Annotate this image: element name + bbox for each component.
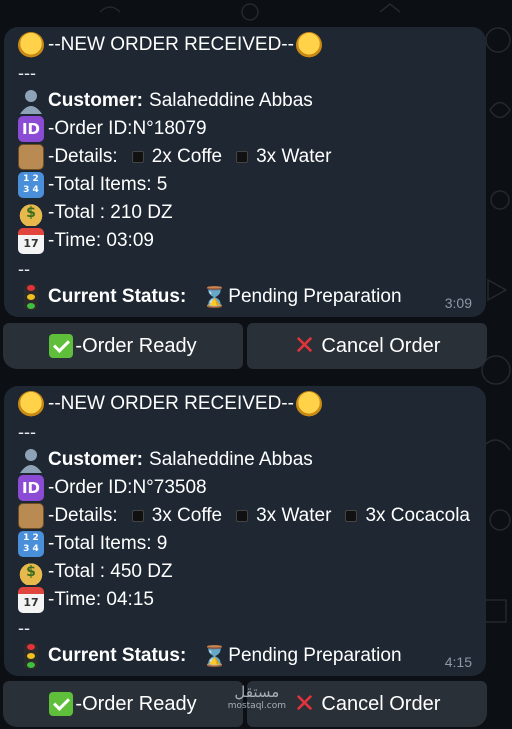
status-line: Current Status: ⌛ Pending Preparation xyxy=(18,642,472,670)
order-ready-label: -Order Ready xyxy=(75,334,197,357)
details-label: -Details: xyxy=(48,146,118,167)
total-amount: -Total : 450 DZ xyxy=(48,561,173,582)
details-item: 3x Cocacola xyxy=(365,505,470,526)
total-items: -Total Items: 5 xyxy=(48,174,168,195)
black-square-icon xyxy=(345,510,358,522)
details-label: -Details: xyxy=(48,505,118,526)
total-items-line: 1 23 4 -Total Items: 9 xyxy=(18,530,472,558)
cross-mark-icon: ✕ xyxy=(293,689,316,719)
time-line: 17 -Time: 04:15 xyxy=(18,586,472,614)
separator: --- xyxy=(18,422,36,442)
status-value: Pending Preparation xyxy=(228,286,402,307)
details-line: -Details: 2x Coffe 3x Water xyxy=(18,143,472,171)
total-amount: -Total : 210 DZ xyxy=(48,202,173,223)
order-ready-button[interactable]: -Order Ready xyxy=(3,323,243,369)
customer-name: Salaheddine Abbas xyxy=(149,90,313,111)
bell-icon xyxy=(18,391,44,417)
black-square-icon xyxy=(131,151,144,163)
cancel-order-label: Cancel Order xyxy=(321,334,441,357)
separator: --- xyxy=(18,63,36,83)
total-line: $ -Total : 210 DZ xyxy=(18,199,472,227)
order-message-bubble: --NEW ORDER RECEIVED-- --- Customer: Sal… xyxy=(4,27,486,317)
id-badge-icon: ID xyxy=(18,116,44,142)
calendar-icon: 17 xyxy=(18,587,44,613)
id-badge-icon: ID xyxy=(18,475,44,501)
total-items-line: 1 23 4 -Total Items: 5 xyxy=(18,171,472,199)
person-silhouette-icon xyxy=(18,447,44,473)
cancel-order-button[interactable]: ✕ Cancel Order xyxy=(247,681,487,727)
status-line: Current Status: ⌛ Pending Preparation xyxy=(18,283,472,311)
cancel-order-label: Cancel Order xyxy=(321,692,441,715)
bell-icon xyxy=(295,391,322,417)
status-label: Current Status: xyxy=(48,286,187,307)
order-id-line: ID -Order ID:N°73508 xyxy=(18,474,472,502)
bell-icon xyxy=(295,32,322,58)
black-square-icon xyxy=(131,510,144,522)
traffic-light-icon xyxy=(24,643,38,669)
money-bag-icon: $ xyxy=(18,200,44,226)
order-header: --NEW ORDER RECEIVED-- xyxy=(48,393,294,414)
order-header: --NEW ORDER RECEIVED-- xyxy=(48,34,294,55)
customer-label: Customer: xyxy=(48,90,144,111)
cancel-order-button[interactable]: ✕ Cancel Order xyxy=(247,323,487,369)
customer-label: Customer: xyxy=(48,449,144,470)
details-item: 2x Coffe xyxy=(151,146,223,167)
package-icon xyxy=(18,503,44,529)
check-mark-icon xyxy=(49,692,74,716)
order-id: -Order ID:N°73508 xyxy=(48,477,207,498)
money-bag-icon: $ xyxy=(18,559,44,585)
order-id: -Order ID:N°18079 xyxy=(48,118,207,139)
numbers-keycap-icon: 1 23 4 xyxy=(18,172,44,198)
status-value: Pending Preparation xyxy=(228,645,402,666)
order-ready-label: -Order Ready xyxy=(75,692,197,715)
traffic-light-icon xyxy=(24,284,38,310)
details-item: 3x Coffe xyxy=(151,505,223,526)
hourglass-icon: ⌛ xyxy=(202,644,228,668)
order-header-line: --NEW ORDER RECEIVED-- xyxy=(18,31,472,59)
status-label: Current Status: xyxy=(48,645,187,666)
customer-line: Customer: Salaheddine Abbas xyxy=(18,87,472,115)
customer-line: Customer: Salaheddine Abbas xyxy=(18,446,472,474)
customer-name: Salaheddine Abbas xyxy=(149,449,313,470)
order-ready-button[interactable]: -Order Ready xyxy=(3,681,243,727)
check-mark-icon xyxy=(49,334,74,358)
total-line: $ -Total : 450 DZ xyxy=(18,558,472,586)
separator: -- xyxy=(18,259,30,279)
message-timestamp: 4:15 xyxy=(444,654,472,670)
package-icon xyxy=(18,144,44,170)
numbers-keycap-icon: 1 23 4 xyxy=(18,531,44,557)
order-time: -Time: 04:15 xyxy=(48,589,154,610)
person-silhouette-icon xyxy=(18,88,44,114)
order-header-line: --NEW ORDER RECEIVED-- xyxy=(18,390,472,418)
details-item: 3x Water xyxy=(256,146,332,167)
order-message-bubble: --NEW ORDER RECEIVED-- --- Customer: Sal… xyxy=(4,386,486,676)
black-square-icon xyxy=(236,151,249,163)
details-item: 3x Water xyxy=(256,505,332,526)
time-line: 17 -Time: 03:09 xyxy=(18,227,472,255)
order-id-line: ID -Order ID:N°18079 xyxy=(18,115,472,143)
details-line: -Details: 3x Coffe 3x Water 3x Cocacola xyxy=(18,502,472,530)
hourglass-icon: ⌛ xyxy=(202,285,228,309)
calendar-icon: 17 xyxy=(18,228,44,254)
black-square-icon xyxy=(236,510,249,522)
cross-mark-icon: ✕ xyxy=(293,331,316,361)
separator: -- xyxy=(18,618,30,638)
bell-icon xyxy=(18,32,44,58)
message-timestamp: 3:09 xyxy=(444,295,472,311)
total-items: -Total Items: 9 xyxy=(48,533,168,554)
order-time: -Time: 03:09 xyxy=(48,230,154,251)
